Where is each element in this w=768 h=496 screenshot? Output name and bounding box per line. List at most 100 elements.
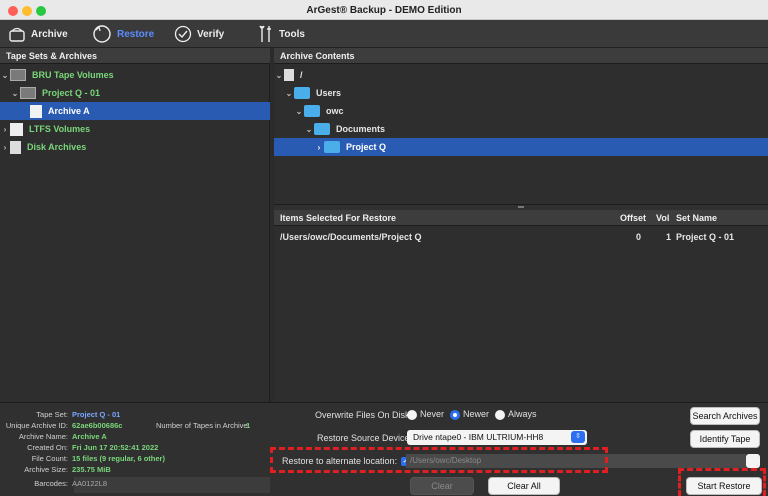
archive-name-value: Archive A <box>72 432 107 441</box>
identify-tape-button[interactable]: Identify Tape <box>690 430 760 448</box>
search-archives-button[interactable]: Search Archives <box>690 407 760 425</box>
set-name-cell: Project Q - 01 <box>676 232 735 242</box>
tree-item-archive-a[interactable]: Archive A <box>0 102 270 120</box>
select-arrows-icon[interactable]: ⇳ <box>571 431 585 443</box>
uid-label: Unique Archive ID: <box>5 421 68 430</box>
chevron-down-icon[interactable]: ⌄ <box>284 89 294 98</box>
splitter-grip-icon <box>518 206 524 208</box>
chevron-down-icon[interactable]: ⌄ <box>304 125 314 134</box>
alternate-location-text: Restore to alternate location: <box>282 456 398 466</box>
radio-circle[interactable] <box>495 409 505 420</box>
tape-sets-tree: ⌄ BRU Tape Volumes ⌄ Project Q - 01 Arch… <box>0 64 270 402</box>
contents-item-label: owc <box>326 106 344 116</box>
table-row[interactable]: /Users/owc/Documents/Project Q 0 1 Proje… <box>274 228 768 246</box>
radio-never[interactable]: Never <box>407 409 444 420</box>
title-bar: ArGest® Backup - DEMO Edition <box>0 0 768 20</box>
verify-tool-button[interactable]: Verify <box>174 23 224 45</box>
tree-item-label: Disk Archives <box>27 142 87 152</box>
archive-file-icon <box>30 104 42 118</box>
restore-path-cell: /Users/owc/Documents/Project Q <box>280 232 422 242</box>
tapes-count-label: Number of Tapes in Archive: <box>156 421 250 430</box>
radio-circle-selected[interactable] <box>450 409 460 420</box>
barcodes-value: AA0122L8 <box>72 479 108 488</box>
tree-item-label: Archive A <box>48 106 90 116</box>
contents-item-documents[interactable]: ⌄ Documents <box>274 120 768 138</box>
barcodes-label: Barcodes: <box>34 479 68 488</box>
contents-item-label: Documents <box>336 124 386 134</box>
radio-newer-label: Newer <box>463 409 490 419</box>
column-header-set-name[interactable]: Set Name <box>676 213 717 223</box>
column-header-items[interactable]: Items Selected For Restore <box>280 213 396 223</box>
archive-contents-header: Archive Contents <box>274 48 768 64</box>
folder-icon <box>324 141 340 153</box>
radio-circle[interactable] <box>407 409 417 420</box>
restore-tool-label: Restore <box>117 28 155 40</box>
contents-item-label: Project Q <box>346 142 387 152</box>
chevron-down-icon[interactable]: ⌄ <box>294 107 304 116</box>
tape-volumes-icon <box>10 69 26 81</box>
chevron-down-icon[interactable]: ⌄ <box>0 71 10 80</box>
archive-contents-tree: ⌄ / ⌄ Users ⌄ owc ⌄ Documents › Project … <box>274 64 768 204</box>
contents-item-users[interactable]: ⌄ Users <box>274 84 768 102</box>
restore-items-table: /Users/owc/Documents/Project Q 0 1 Proje… <box>274 226 768 402</box>
tree-item-label: BRU Tape Volumes <box>32 70 114 80</box>
uid-value: 62ae6b00686c <box>72 421 123 430</box>
tree-item-disk-archives[interactable]: › Disk Archives <box>0 138 270 156</box>
radio-never-label: Never <box>420 409 445 419</box>
tools-tool-label: Tools <box>279 28 305 40</box>
radio-always-label: Always <box>508 409 537 419</box>
folder-icon <box>294 87 310 99</box>
chevron-right-icon[interactable]: › <box>314 143 324 152</box>
chevron-down-icon[interactable]: ⌄ <box>10 89 20 98</box>
created-value: Fri Jun 17 20:52:41 2022 <box>72 443 159 452</box>
tools-tool-button[interactable]: Tools <box>258 23 305 45</box>
browse-path-button[interactable] <box>746 454 760 468</box>
clear-all-button[interactable]: Clear All <box>488 477 560 495</box>
tree-item-project-q-01[interactable]: ⌄ Project Q - 01 <box>0 84 270 102</box>
archive-icon <box>9 27 25 42</box>
chevron-right-icon[interactable]: › <box>0 125 10 134</box>
file-count-label: File Count: <box>31 454 68 463</box>
alternate-location-label[interactable]: Restore to alternate location:✓ <box>282 456 411 467</box>
verify-icon <box>174 25 192 43</box>
radio-always[interactable]: Always <box>495 409 537 420</box>
contents-item-root[interactable]: ⌄ / <box>274 66 768 84</box>
overwrite-label: Overwrite Files On Disk: <box>315 410 413 420</box>
tape-set-label: Tape Set: <box>36 410 68 419</box>
toolbar: Archive Restore Verify Tools <box>0 20 768 48</box>
file-count-value: 15 files (9 regular, 6 other) <box>72 454 165 463</box>
restore-icon <box>93 25 111 43</box>
tape-sets-header: Tape Sets & Archives <box>0 48 270 64</box>
contents-item-owc[interactable]: ⌄ owc <box>274 102 768 120</box>
tree-item-label: Project Q - 01 <box>42 88 101 98</box>
clear-selections-button[interactable]: Clear Selections <box>410 477 474 495</box>
start-restore-button[interactable]: Start Restore <box>686 477 762 495</box>
tree-item-label: LTFS Volumes <box>29 124 91 134</box>
contents-item-label: Users <box>316 88 342 98</box>
contents-item-project-q[interactable]: › Project Q <box>274 138 768 156</box>
contents-item-label: / <box>300 70 303 80</box>
tree-item-bru-tape-volumes[interactable]: ⌄ BRU Tape Volumes <box>0 66 270 84</box>
chevron-right-icon[interactable]: › <box>0 143 10 152</box>
restore-items-header-row: Items Selected For Restore Offset Vol Se… <box>274 210 768 226</box>
offset-cell: 0 <box>636 232 642 242</box>
tape-icon <box>20 87 36 99</box>
alternate-path-input[interactable]: /Users/owc/Desktop <box>406 454 746 468</box>
tree-item-ltfs-volumes[interactable]: › LTFS Volumes <box>0 120 270 138</box>
archive-name-label: Archive Name: <box>18 432 68 441</box>
created-label: Created On: <box>27 443 68 452</box>
tape-set-value: Project Q - 01 <box>72 410 121 419</box>
chevron-down-icon[interactable]: ⌄ <box>274 71 284 80</box>
column-header-vol[interactable]: Vol <box>656 213 669 223</box>
verify-tool-label: Verify <box>197 28 225 40</box>
archive-size-value: 235.75 MiB <box>72 465 111 474</box>
archive-size-label: Archive Size: <box>24 465 68 474</box>
window-title: ArGest® Backup - DEMO Edition <box>306 5 462 16</box>
column-header-offset[interactable]: Offset <box>620 213 646 223</box>
restore-tool-button[interactable]: Restore <box>92 23 154 45</box>
archive-tool-button[interactable]: Archive <box>8 23 68 45</box>
vol-cell: 1 <box>666 232 672 242</box>
source-device-select[interactable]: Drive ntape0 - IBM ULTRIUM-HH8 ⇳ <box>407 430 587 445</box>
tools-icon <box>259 25 271 42</box>
radio-newer[interactable]: Newer <box>450 409 489 420</box>
